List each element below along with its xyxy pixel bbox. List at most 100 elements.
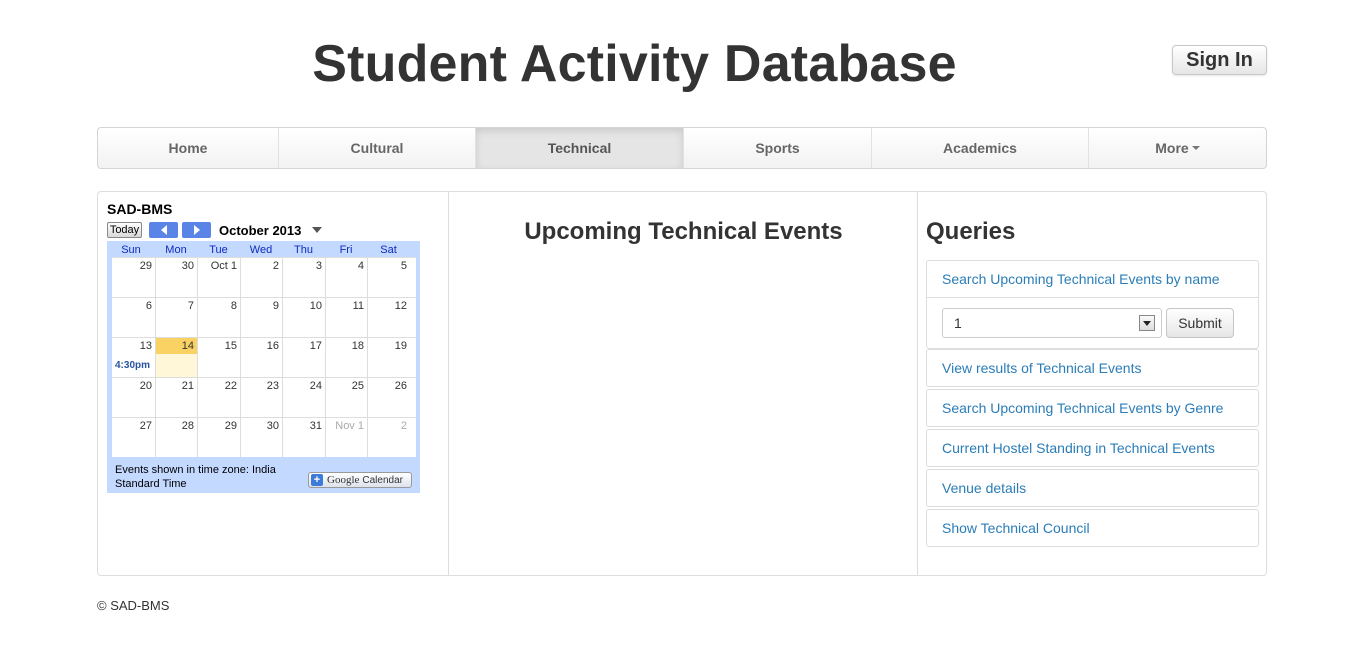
calendar-day[interactable]: 19 (367, 338, 410, 377)
calendar-day[interactable]: 5 (367, 258, 410, 297)
calendar-day-number: 14 (156, 338, 197, 354)
nav-item-sports[interactable]: Sports (683, 128, 871, 168)
calendar-day[interactable]: 30 (240, 418, 282, 457)
upcoming-events-heading: Upcoming Technical Events (524, 218, 843, 245)
nav-item-technical[interactable]: Technical (475, 128, 683, 168)
weekday-label: Thu (294, 244, 313, 256)
search-by-name-group: Search Upcoming Technical Events by name… (926, 260, 1259, 349)
calendar-next-button[interactable] (182, 222, 211, 238)
caret-down-icon (1191, 146, 1200, 150)
select-arrow-icon (1139, 315, 1155, 331)
nav-item-more[interactable]: More (1088, 128, 1266, 168)
view-results-link[interactable]: View results of Technical Events (926, 349, 1259, 387)
calendar-day[interactable]: 12 (367, 298, 410, 337)
column-divider (917, 192, 918, 575)
arrow-right-icon (193, 225, 200, 235)
calendar-day[interactable]: 26 (367, 378, 410, 417)
footer-copyright: © SAD-BMS (97, 598, 170, 613)
calendar-day[interactable]: 31 (282, 418, 325, 457)
calendar-footer: Events shown in time zone: India Standar… (107, 457, 420, 493)
calendar-event-time[interactable]: 4:30pm (115, 360, 150, 371)
event-select[interactable]: 1 (942, 308, 1162, 338)
calendar-day[interactable]: 23 (240, 378, 282, 417)
column-divider (448, 192, 449, 575)
weekday-label: Wed (249, 244, 273, 256)
calendar-grid: Sun Mon Tue Wed Thu Fri Sat 29 30 Oct 1 … (107, 241, 420, 493)
arrow-left-icon (160, 225, 167, 235)
timezone-note: Events shown in time zone: India Standar… (115, 464, 276, 490)
calendar-day[interactable]: 13 4:30pm (112, 338, 155, 377)
calendar-day[interactable]: 11 (325, 298, 367, 337)
google-wordmark: Google (327, 474, 360, 486)
nav-item-academics[interactable]: Academics (871, 128, 1088, 168)
weekday-label: Tue (209, 244, 228, 256)
calendar-day[interactable]: 29 (112, 258, 155, 297)
weekday-label: Sat (380, 244, 397, 256)
calendar-week: 6 7 8 9 10 11 12 (112, 297, 416, 337)
venue-details-link[interactable]: Venue details (926, 469, 1259, 507)
calendar-day-number: 13 (139, 340, 152, 352)
main-navbar: Home Cultural Technical Sports Academics… (97, 127, 1267, 169)
nav-item-label: Cultural (350, 140, 404, 156)
hostel-standing-link[interactable]: Current Hostel Standing in Technical Eve… (926, 429, 1259, 467)
calendar-weeks: 29 30 Oct 1 2 3 4 5 6 7 8 9 10 11 12 13 … (112, 257, 416, 457)
calendar-weekday-row: Sun Mon Tue Wed Thu Fri Sat (107, 241, 420, 257)
calendar-day[interactable]: 22 (197, 378, 240, 417)
content-panel: SAD-BMS Today October 2013 Sun Mon Tue W… (97, 191, 1267, 576)
calendar-day-other-month[interactable]: Nov 1 (325, 418, 367, 457)
weekday-label: Fri (339, 244, 353, 256)
calendar-week: 27 28 29 30 31 Nov 1 2 (112, 417, 416, 457)
calendar-day[interactable]: 15 (197, 338, 240, 377)
calendar-day[interactable]: 2 (240, 258, 282, 297)
nav-item-label: Sports (755, 140, 800, 156)
calendar-day[interactable]: 28 (155, 418, 197, 457)
nav-item-cultural[interactable]: Cultural (278, 128, 475, 168)
calendar-day-today[interactable]: 14 (155, 338, 197, 377)
nav-item-home[interactable]: Home (98, 128, 278, 168)
calendar-day[interactable]: 17 (282, 338, 325, 377)
calendar-day[interactable]: 8 (197, 298, 240, 337)
event-select-value: 1 (954, 315, 962, 331)
search-by-genre-link[interactable]: Search Upcoming Technical Events by Genr… (926, 389, 1259, 427)
calendar-day[interactable]: 3 (282, 258, 325, 297)
calendar-toolbar: Today October 2013 (107, 219, 420, 241)
calendar-widget: SAD-BMS Today October 2013 Sun Mon Tue W… (107, 201, 420, 493)
calendar-day[interactable]: 4 (325, 258, 367, 297)
nav-item-label: More (1155, 140, 1189, 156)
nav-item-label: Academics (943, 140, 1017, 156)
calendar-day[interactable]: 6 (112, 298, 155, 337)
calendar-day[interactable]: 24 (282, 378, 325, 417)
calendar-day[interactable]: 27 (112, 418, 155, 457)
calendar-today-button[interactable]: Today (107, 222, 142, 238)
calendar-day[interactable]: 9 (240, 298, 282, 337)
chevron-down-icon[interactable] (312, 227, 323, 233)
calendar-month-label[interactable]: October 2013 (219, 223, 301, 238)
calendar-day[interactable]: 29 (197, 418, 240, 457)
calendar-day[interactable]: 25 (325, 378, 367, 417)
nav-item-label: Technical (547, 140, 612, 156)
calendar-day[interactable]: 16 (240, 338, 282, 377)
calendar-week: 29 30 Oct 1 2 3 4 5 (112, 257, 416, 297)
search-by-name-link[interactable]: Search Upcoming Technical Events by name (927, 261, 1258, 298)
calendar-prev-button[interactable] (149, 222, 178, 238)
calendar-week: 13 4:30pm 14 15 16 17 18 19 (112, 337, 416, 377)
calendar-day-other-month[interactable]: 2 (367, 418, 410, 457)
calendar-day[interactable]: 30 (155, 258, 197, 297)
queries-heading: Queries (926, 218, 1016, 245)
calendar-day[interactable]: 20 (112, 378, 155, 417)
calendar-day[interactable]: 18 (325, 338, 367, 377)
calendar-title: SAD-BMS (107, 201, 173, 217)
technical-council-link[interactable]: Show Technical Council (926, 509, 1259, 547)
plus-icon: + (311, 474, 323, 486)
add-to-google-calendar-button[interactable]: + Google Calendar (308, 472, 412, 488)
sign-in-button[interactable]: Sign In (1172, 45, 1267, 75)
calendar-day[interactable]: 7 (155, 298, 197, 337)
gcal-button-label: Calendar (362, 474, 403, 486)
calendar-day[interactable]: 21 (155, 378, 197, 417)
calendar-day[interactable]: 10 (282, 298, 325, 337)
nav-item-label: Home (168, 140, 208, 156)
calendar-day[interactable]: Oct 1 (197, 258, 240, 297)
weekday-label: Mon (165, 244, 187, 256)
submit-button[interactable]: Submit (1166, 308, 1234, 338)
calendar-week: 20 21 22 23 24 25 26 (112, 377, 416, 417)
